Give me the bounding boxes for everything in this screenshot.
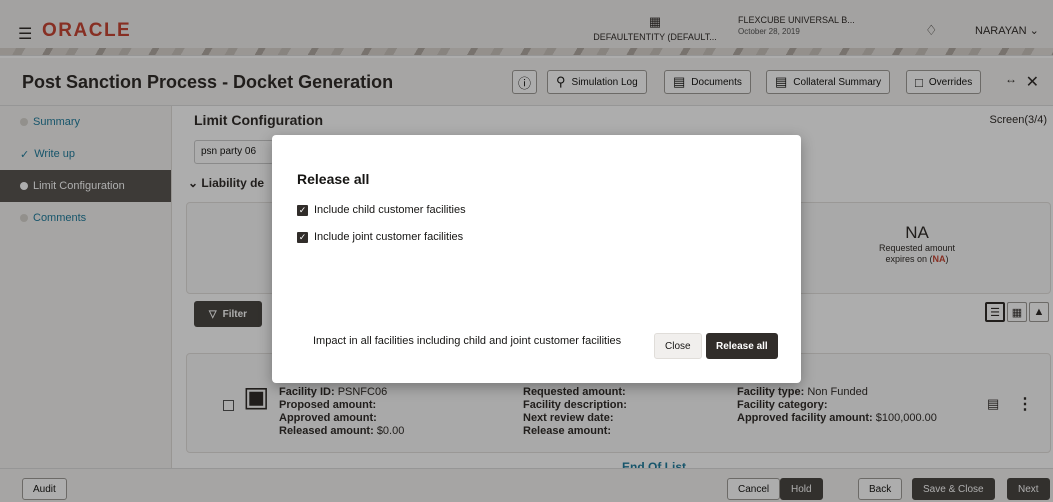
checkbox-checked-icon: ✓ [297, 204, 308, 216]
impact-text: Impact in all facilities including child… [313, 335, 622, 347]
close-button[interactable]: Close [654, 333, 702, 359]
include-joint-checkbox[interactable]: ✓ Include joint customer facilities [297, 231, 463, 243]
checkbox-checked-icon: ✓ [297, 231, 308, 243]
include-joint-label: Include joint customer facilities [314, 231, 464, 243]
release-all-button[interactable]: Release all [706, 333, 778, 359]
include-child-checkbox[interactable]: ✓ Include child customer facilities [297, 204, 466, 216]
dialog-title: Release all [297, 171, 370, 187]
release-all-dialog: Release all ✓ Include child customer fac… [272, 135, 801, 383]
include-child-label: Include child customer facilities [314, 204, 466, 216]
